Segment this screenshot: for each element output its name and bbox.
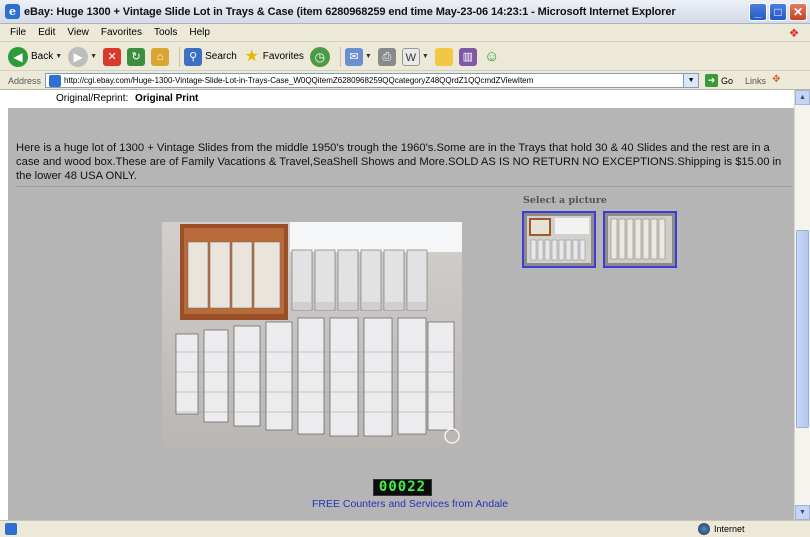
menu-edit[interactable]: Edit: [32, 27, 61, 38]
links-extra-icon[interactable]: ✥: [772, 74, 786, 87]
select-picture-label: Select a picture: [523, 195, 607, 206]
mail-button[interactable]: ✉ ▼: [344, 47, 372, 66]
print-button[interactable]: ⎙: [377, 47, 396, 66]
star-icon: ★: [244, 47, 259, 65]
scroll-up-icon[interactable]: ▲: [795, 90, 810, 105]
forward-button[interactable]: ▶ ▼: [68, 46, 97, 67]
page-icon: [49, 74, 62, 87]
address-dropdown-icon[interactable]: ▼: [683, 74, 699, 87]
favorites-label: Favorites: [262, 51, 304, 62]
refresh-button[interactable]: ↻: [127, 47, 146, 66]
thumbnail-1-image: [527, 216, 591, 263]
messenger-button[interactable]: ☺: [483, 48, 501, 66]
search-label: Search: [205, 51, 237, 62]
stop-icon: ✕: [103, 47, 122, 66]
go-button[interactable]: ➜ Go: [705, 74, 733, 87]
address-label: Address: [8, 75, 42, 86]
scroll-down-icon[interactable]: ▼: [795, 505, 810, 520]
links-button[interactable]: Links: [745, 76, 766, 86]
mail-icon: ✉: [344, 47, 363, 66]
history-icon: ◷: [309, 46, 330, 67]
toolbar: ◀ Back ▼ ▶ ▼ ✕ ↻ ⌂ ⚲ Search ★ Favorites …: [0, 43, 810, 71]
home-button[interactable]: ⌂: [151, 47, 170, 66]
forward-arrow-icon: ▶: [68, 46, 89, 67]
maximize-button[interactable]: □: [769, 3, 787, 21]
home-icon: ⌂: [151, 47, 170, 66]
item-description: Here is a huge lot of 1300 + Vintage Sli…: [16, 142, 782, 182]
research-button[interactable]: ▥: [458, 47, 477, 66]
ie-icon: e: [5, 4, 20, 19]
scrollbar-thumb[interactable]: [796, 230, 809, 428]
research-icon: ▥: [458, 47, 477, 66]
window-controls: _ □ ✕: [749, 3, 807, 21]
back-label: Back: [31, 51, 54, 62]
go-label: Go: [721, 75, 734, 86]
menu-bar: File Edit View Favorites Tools Help ❖: [0, 24, 810, 42]
edit-page-icon: W: [401, 47, 420, 66]
globe-icon: [698, 523, 710, 535]
address-input[interactable]: http://cgi.ebay.com/Huge-1300-Vintage-Sl…: [45, 73, 700, 88]
go-arrow-icon: ➜: [705, 74, 719, 87]
hit-counter: 00022: [373, 479, 432, 496]
menu-tools[interactable]: Tools: [148, 27, 183, 38]
andale-counter-link[interactable]: FREE Counters and Services from Andale: [312, 498, 508, 510]
description-divider: [16, 186, 792, 187]
spec-strip: Original/Reprint: Original Print: [8, 90, 794, 108]
folder-icon: [434, 47, 453, 66]
search-icon: ⚲: [184, 47, 203, 66]
print-icon: ⎙: [377, 47, 396, 66]
menu-file[interactable]: File: [0, 27, 32, 38]
windows-logo-icon: ❖: [788, 26, 800, 40]
address-url[interactable]: http://cgi.ebay.com/Huge-1300-Vintage-Sl…: [64, 76, 683, 85]
menu-favorites[interactable]: Favorites: [95, 27, 148, 38]
favorites-button[interactable]: ★ Favorites: [243, 48, 304, 66]
back-arrow-icon: ◀: [8, 46, 28, 67]
security-zone: Internet: [698, 523, 745, 535]
toolbar-separator: [339, 46, 341, 67]
messenger-icon: ☺: [484, 47, 500, 65]
search-button[interactable]: ⚲ Search: [184, 47, 237, 66]
edit-dropdown-icon[interactable]: ▼: [422, 53, 429, 60]
page-status-icon: [5, 523, 17, 535]
original-reprint-row: Original/Reprint: Original Print: [56, 93, 198, 104]
discuss-button[interactable]: [434, 47, 453, 66]
thumbnail-2-image: [608, 216, 672, 263]
slide-lot-photo: [162, 222, 462, 448]
menu-help[interactable]: Help: [183, 27, 216, 38]
mail-dropdown-icon[interactable]: ▼: [365, 53, 372, 60]
refresh-icon: ↻: [127, 47, 146, 66]
edit-button[interactable]: W ▼: [401, 47, 429, 66]
forward-dropdown-icon[interactable]: ▼: [90, 53, 97, 60]
address-bar: Address http://cgi.ebay.com/Huge-1300-Vi…: [0, 72, 810, 90]
thumbnail-2[interactable]: [603, 211, 677, 268]
thumbnail-1[interactable]: [522, 211, 596, 268]
close-button[interactable]: ✕: [789, 3, 807, 21]
page-content: Original/Reprint: Original Print Here is…: [8, 90, 794, 520]
main-item-photo: [162, 222, 462, 448]
status-bar: Internet: [0, 520, 810, 537]
minimize-button[interactable]: _: [749, 3, 767, 21]
menu-view[interactable]: View: [61, 27, 95, 38]
original-reprint-value: Original Print: [135, 93, 199, 104]
content-margin: [0, 90, 8, 520]
back-dropdown-icon[interactable]: ▼: [55, 53, 62, 60]
stop-button[interactable]: ✕: [103, 47, 122, 66]
original-reprint-label: Original/Reprint:: [56, 93, 129, 104]
vertical-scrollbar[interactable]: ▲ ▼: [794, 90, 810, 520]
back-button[interactable]: ◀ Back ▼: [8, 46, 62, 67]
zone-label: Internet: [714, 524, 745, 534]
history-button[interactable]: ◷: [309, 46, 330, 67]
window-title: eBay: Huge 1300 + Vintage Slide Lot in T…: [24, 5, 676, 18]
toolbar-separator: [179, 46, 181, 67]
title-bar: e eBay: Huge 1300 + Vintage Slide Lot in…: [0, 0, 810, 24]
